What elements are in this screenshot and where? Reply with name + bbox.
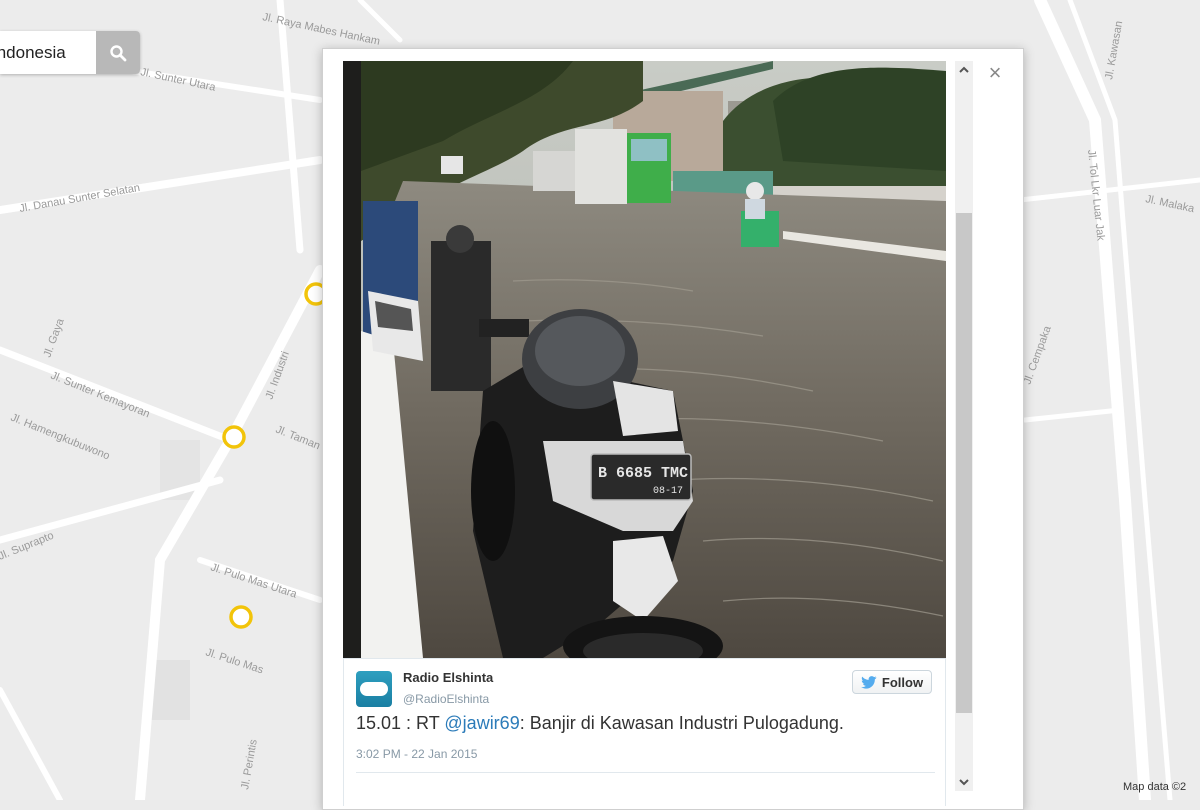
map-marker[interactable] [229,605,253,629]
scroll-up-button[interactable] [955,61,973,79]
tweet-mention-link[interactable]: @jawir69 [444,713,519,733]
location-search [0,31,140,74]
avatar-logo [360,682,388,696]
follow-label: Follow [881,674,924,690]
tweet-photo[interactable]: B 6685 TMC 08-17 [343,61,946,658]
chevron-down-icon [959,779,969,786]
tweet-text: 15.01 : RT @jawir69: Banjir di Kawasan I… [356,713,844,734]
map-marker[interactable] [222,425,246,449]
close-button[interactable]: × [983,60,1007,85]
author-name[interactable]: Radio Elshinta [403,670,493,685]
author-handle[interactable]: @RadioElshinta [403,692,489,706]
follow-button[interactable]: Follow [852,670,932,694]
close-icon: × [988,60,1002,85]
license-plate: B 6685 TMC [598,465,688,482]
twitter-bird-icon [861,675,877,689]
tweet-text-prefix: 15.01 : RT [356,713,445,733]
tweet-card: Radio Elshinta @RadioElshinta Follow 15.… [343,658,946,806]
tweet-text-suffix: : Banjir di Kawasan Industri Pulogadung. [519,713,844,733]
search-icon [110,44,127,61]
chevron-up-icon [959,66,969,73]
tweet-popup: × B 6685 TMC 08-17 Radio Elshinta @Radio… [322,48,1024,810]
scrollbar-thumb[interactable] [956,213,972,713]
popup-scrollbar[interactable] [955,61,973,791]
map-attribution: Map data ©2 [1123,781,1187,793]
divider [356,772,935,773]
search-button[interactable] [96,31,140,74]
scroll-down-button[interactable] [955,773,973,791]
location-search-input[interactable] [0,31,96,74]
tweet-timestamp[interactable]: 3:02 PM - 22 Jan 2015 [356,747,477,761]
tweet-embed: B 6685 TMC 08-17 Radio Elshinta @RadioEl… [343,61,946,806]
license-plate-sub: 08-17 [653,486,683,497]
author-avatar[interactable] [356,671,392,707]
